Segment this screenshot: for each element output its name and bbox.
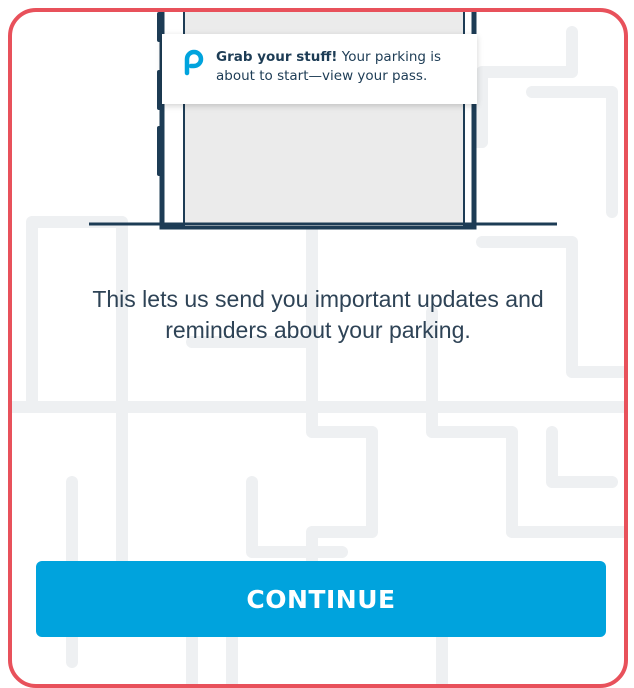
- notification-text: Grab your stuff! Your parking is about t…: [216, 48, 441, 86]
- parking-p-icon: [184, 49, 204, 76]
- screen-frame: Grab your stuff! Your parking is about t…: [8, 8, 628, 688]
- notification-card: Grab your stuff! Your parking is about t…: [162, 34, 477, 104]
- message-line1: This lets us send you important updates …: [92, 286, 544, 312]
- notification-line2: about to start—view your pass.: [216, 68, 428, 84]
- permission-message: This lets us send you important updates …: [32, 284, 604, 346]
- notification-title-bold: Grab your stuff!: [216, 49, 338, 65]
- continue-button[interactable]: CONTINUE: [36, 561, 606, 637]
- message-line2: reminders about your parking.: [165, 317, 471, 343]
- notification-title-rest: Your parking is: [337, 49, 442, 65]
